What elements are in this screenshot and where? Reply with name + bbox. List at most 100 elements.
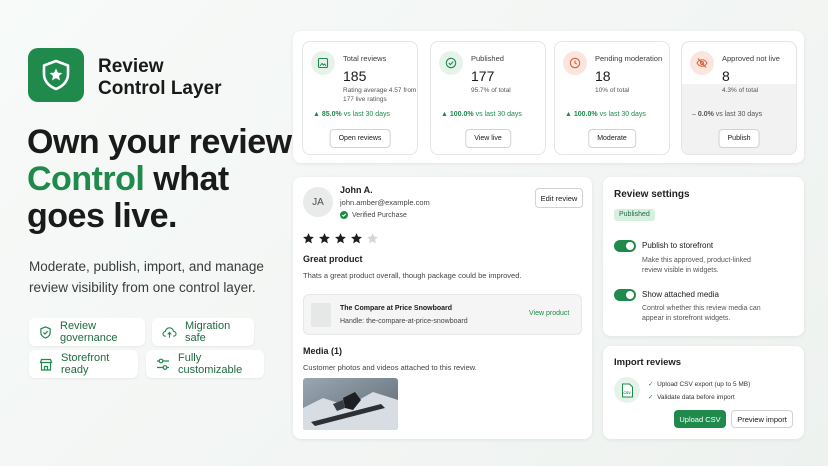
headline-line-2-rest: what: [144, 160, 229, 198]
stat-trend: ▲ 85.0% vs last 30 days: [313, 111, 390, 118]
stat-value: 18: [595, 68, 611, 84]
stat-trend: ‒ 0.0% vs last 30 days: [692, 111, 762, 118]
stat-label: Pending moderation: [595, 54, 663, 63]
stat-icon: [311, 51, 335, 75]
stat-sub: 95.7% of total: [471, 87, 511, 94]
stat-value: 8: [722, 68, 730, 84]
upload-csv-button[interactable]: Upload CSV: [674, 410, 726, 428]
stat-card-pending-moderation: Pending moderation 18 10% of total ▲ 100…: [554, 41, 670, 155]
stat-label: Total reviews: [343, 54, 387, 63]
open-reviews-button[interactable]: Open reviews: [329, 129, 391, 148]
feature-label: Storefront ready: [61, 352, 110, 376]
trend-text: vs last 30 days: [475, 111, 522, 118]
reviewer-email: john.amber@example.com: [340, 198, 430, 207]
star-filled-icon: [351, 233, 362, 244]
stat-icon: [439, 51, 463, 75]
shield-check-icon: [40, 325, 51, 339]
toggle-description: Control whether this review media can ap…: [642, 305, 761, 322]
check-label: Upload CSV export (up to 5 MB): [657, 381, 751, 388]
review-body: Thats a great product overall, though pa…: [303, 271, 522, 280]
toggle-description: Make this approved, product-linked revie…: [642, 257, 751, 274]
eye-off-icon: [696, 58, 708, 68]
star-empty-icon: [367, 233, 378, 244]
star-filled-icon: [303, 233, 314, 244]
product-handle: Handle: the-compare-at-price-snowboard: [340, 318, 468, 325]
check-label: Validate data before import: [657, 394, 735, 401]
import-check-1: ✓ Upload CSV export (up to 5 MB): [648, 380, 750, 388]
edit-review-button[interactable]: Edit review: [535, 188, 583, 208]
publish-button[interactable]: Publish: [718, 129, 760, 148]
headline-line-1: Own your reviews.: [27, 123, 319, 161]
brand-line-1: Review: [98, 56, 164, 77]
import-title: Import reviews: [614, 357, 682, 368]
reviewer-name: John A.: [340, 185, 373, 195]
media-subtitle: Customer photos and videos attached to t…: [303, 363, 477, 372]
trend-value: 100.0%: [449, 111, 474, 118]
trend-flat-icon: ‒: [692, 111, 696, 118]
verified-check-icon: [340, 211, 348, 219]
verified-label: Verified Purchase: [352, 211, 407, 219]
image-frame-icon: [317, 57, 329, 69]
trend-text: vs last 30 days: [599, 111, 646, 118]
toggle-label: Show attached media: [642, 290, 719, 299]
feature-review-governance: Review governance: [29, 318, 145, 346]
feature-migration-safe: Migration safe: [152, 318, 254, 346]
stat-icon: [563, 51, 587, 75]
brand-line-2: Control Layer: [98, 78, 222, 99]
stat-sub: 10% of total: [595, 87, 630, 94]
stat-label: Approved not live: [722, 54, 780, 63]
feature-label: Migration safe: [185, 320, 231, 344]
trend-arrow-icon: ▲: [565, 111, 572, 118]
verified-purchase: Verified Purchase: [340, 211, 407, 219]
storefront-icon: [39, 358, 53, 371]
headline-line-2: Control what: [27, 161, 319, 198]
publish-storefront-toggle[interactable]: [614, 240, 636, 252]
linked-product-card: The Compare at Price Snowboard Handle: t…: [303, 294, 582, 335]
hero-subtitle: Moderate, publish, import, and manage re…: [29, 259, 264, 295]
headline-highlight: Control: [27, 160, 145, 198]
import-check-2: ✓ Validate data before import: [648, 393, 735, 401]
view-product-link[interactable]: View product: [529, 310, 569, 317]
brand-name: Review Control Layer: [98, 56, 222, 100]
sliders-icon: [157, 358, 169, 370]
clock-icon: [569, 57, 581, 69]
cloud-upload-icon: [162, 326, 177, 338]
toggle-label: Publish to storefront: [642, 241, 714, 250]
stat-label: Published: [471, 54, 504, 63]
app-logo: [28, 48, 84, 102]
trend-text: vs last 30 days: [715, 111, 763, 118]
star-rating: [302, 232, 379, 245]
preview-import-button[interactable]: Preview import: [731, 410, 793, 428]
review-title: Great product: [303, 254, 363, 264]
show-media-toggle[interactable]: [614, 289, 636, 301]
feature-storefront-ready: Storefront ready: [29, 350, 138, 378]
check-icon: ✓: [648, 381, 654, 388]
moderate-button[interactable]: Moderate: [588, 129, 636, 148]
avatar: JA: [303, 187, 333, 217]
stat-sub: 4.3% of total: [722, 87, 759, 94]
review-media-thumbnail[interactable]: [303, 378, 398, 430]
check-icon: ✓: [648, 394, 654, 401]
trend-arrow-icon: ▲: [441, 111, 448, 118]
trend-value: 100.0%: [573, 111, 598, 118]
trend-value: 0.0%: [697, 111, 714, 118]
stat-trend: ▲ 100.0% vs last 30 days: [565, 111, 646, 118]
stat-value: 177: [471, 68, 495, 84]
feature-label: Fully customizable: [178, 352, 243, 376]
trend-arrow-icon: ▲: [313, 111, 320, 118]
snowboard-photo: [303, 378, 398, 430]
feature-label: Review governance: [60, 320, 118, 344]
check-circle-icon: [445, 57, 457, 69]
product-thumbnail: [311, 303, 331, 327]
view-live-button[interactable]: View live: [465, 129, 511, 148]
csv-file-label: CSV: [623, 391, 631, 395]
stat-trend: ▲ 100.0% vs last 30 days: [441, 111, 522, 118]
stat-card-total-reviews: Total reviews 185 Rating average 4.57 fr…: [302, 41, 418, 155]
stat-sub: Rating average 4.57 from 177 live rating…: [343, 87, 417, 103]
shield-star-icon: [42, 59, 70, 91]
product-name: The Compare at Price Snowboard: [340, 305, 453, 312]
stat-card-approved-not-live: Approved not live 8 4.3% of total ‒ 0.0%…: [681, 41, 797, 155]
feature-fully-customizable: Fully customizable: [146, 350, 264, 378]
trend-value: 85.0%: [321, 111, 342, 118]
csv-file-icon: CSV: [614, 377, 640, 403]
